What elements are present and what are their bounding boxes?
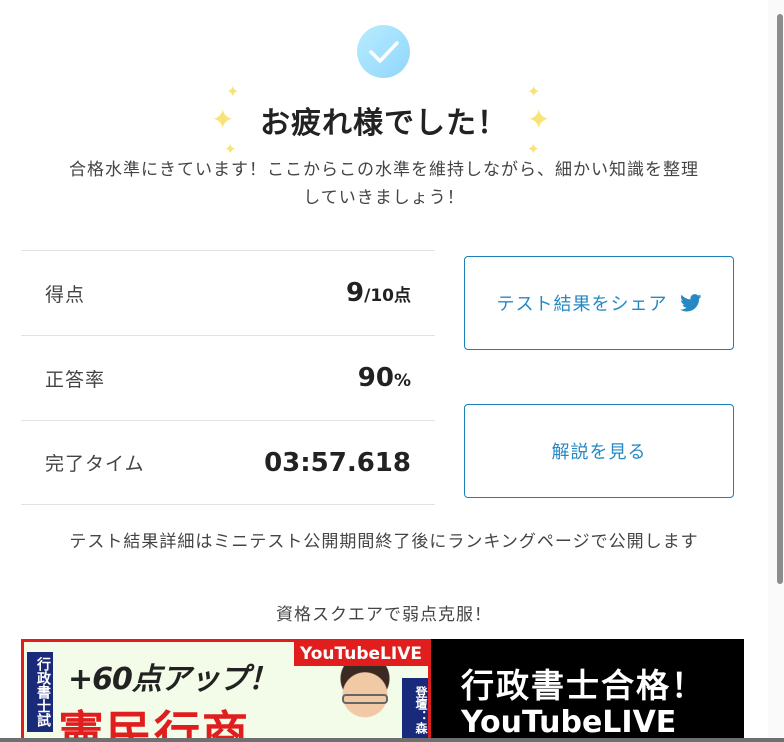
- promo-banner[interactable]: 行政書士試 +60点アップ！ 憲民行商 登壇：森 YouTubeLIVE 行政書…: [21, 639, 744, 742]
- time-row: 完了タイム 03:57.618: [21, 420, 435, 505]
- explain-button-label: 解説を見る: [551, 442, 647, 463]
- results-notice: テスト結果詳細はミニテスト公開期間終了後にランキングページで公開します: [69, 532, 699, 552]
- score-value: 9: [346, 278, 365, 308]
- score-label: 得点: [45, 283, 86, 306]
- accuracy-row: 正答率 90%: [21, 335, 435, 420]
- view-explanation-button[interactable]: 解説を見る: [464, 404, 734, 498]
- bottom-scrollbar[interactable]: [0, 738, 784, 742]
- banner-right-panel: 行政書士合格！ YouTubeLIVE: [431, 639, 744, 742]
- banner-big-text: 憲民行商: [58, 706, 250, 742]
- promo-text: 資格スクエアで弱点克服！: [276, 605, 492, 625]
- banner-host-tag: 登壇：森: [402, 678, 428, 739]
- time-value-group: 03:57.618: [264, 448, 411, 478]
- scrollbar-thumb[interactable]: [777, 14, 783, 584]
- banner-headline: +60点アップ！: [68, 662, 278, 697]
- result-message-line: 合格水準にきています！ここからこの水準を維持しながら、細かい知識を整理: [69, 160, 699, 180]
- banner-left-panel: 行政書士試 +60点アップ！ 憲民行商 登壇：森 YouTubeLIVE: [21, 639, 431, 742]
- result-message-line: していきましょう！: [303, 188, 465, 208]
- time-label: 完了タイム: [45, 453, 145, 475]
- share-result-button[interactable]: テスト結果をシェア: [464, 256, 734, 350]
- sparkle-icon: ✦: [527, 140, 540, 158]
- score-row: 得点 9/10点: [21, 250, 435, 335]
- youtube-live-badge: YouTubeLIVE: [294, 642, 428, 666]
- banner-right-line2: YouTubeLIVE: [461, 705, 677, 740]
- score-table: 得点 9/10点 正答率 90% 完了タイム 03:57.618: [21, 250, 435, 505]
- checkmark-icon: [357, 25, 410, 78]
- banner-right-line1: 行政書士合格！: [461, 666, 706, 705]
- page-title: お疲れ様でした！: [260, 106, 508, 141]
- accuracy-unit: %: [393, 371, 411, 391]
- banner-vertical-tag: 行政書士試: [27, 652, 53, 732]
- twitter-icon: [679, 294, 702, 312]
- sparkle-icon: ✦: [224, 140, 237, 158]
- score-unit: /10点: [364, 286, 411, 306]
- score-value-group: 9/10点: [346, 278, 411, 308]
- time-value: 03:57.618: [264, 447, 411, 478]
- share-button-label: テスト結果をシェア: [496, 294, 668, 315]
- host-glasses: [342, 694, 388, 704]
- accuracy-label: 正答率: [45, 368, 106, 391]
- accuracy-value-group: 90%: [358, 363, 411, 393]
- result-message: 合格水準にきています！ここからこの水準を維持しながら、細かい知識を整理 していき…: [20, 156, 748, 212]
- accuracy-value: 90: [357, 363, 394, 393]
